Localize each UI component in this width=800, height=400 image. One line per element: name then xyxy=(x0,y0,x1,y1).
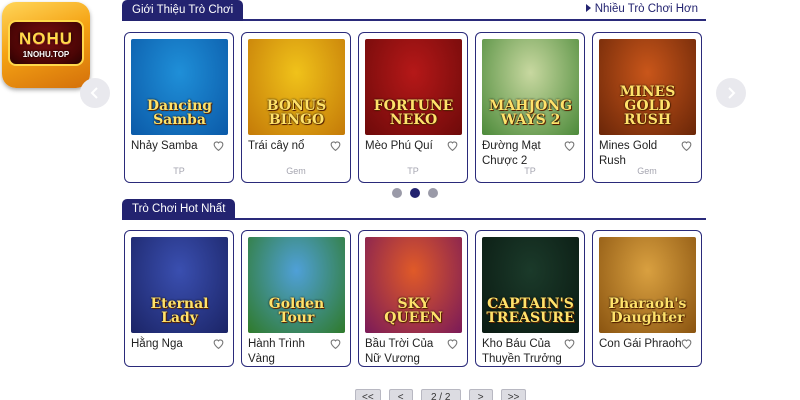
game-thumbnail[interactable]: CAPTAIN'S TREASURE xyxy=(482,237,579,333)
thumbnail-title: MAHJONG WAYS 2 xyxy=(488,98,573,128)
chevron-right-icon xyxy=(728,87,736,99)
game-provider: TP xyxy=(173,166,185,176)
thumbnail-title: Eternal Lady xyxy=(150,296,209,326)
thumbnail-title: FORTUNE NEKO xyxy=(373,98,454,128)
page-last-button[interactable]: >> xyxy=(500,389,527,400)
game-card[interactable]: MAHJONG WAYS 2 Đường Mạt Chược 2 TP xyxy=(475,32,585,183)
thumbnail-title: Dancing Samba xyxy=(146,98,213,128)
hot-games-row: Eternal Lady Hằng Nga Golden Tour Hành T… xyxy=(124,230,702,367)
game-name[interactable]: Mèo Phú Quí xyxy=(365,139,449,154)
thumbnail-title: MINES GOLD RUSH xyxy=(619,84,676,128)
game-thumbnail[interactable]: MAHJONG WAYS 2 xyxy=(482,39,579,135)
page-next-button[interactable]: > xyxy=(468,389,493,400)
heart-icon[interactable] xyxy=(680,139,693,152)
game-provider: TP xyxy=(524,166,536,176)
chevron-left-icon xyxy=(90,87,98,99)
carousel-dot[interactable] xyxy=(392,188,402,198)
heart-icon[interactable] xyxy=(329,337,342,350)
more-games-link[interactable]: Nhiều Trò Chơi Hơn xyxy=(585,3,698,15)
game-provider: Gem xyxy=(286,166,306,176)
game-card[interactable]: Golden Tour Hành Trình Vàng xyxy=(241,230,351,367)
game-card[interactable]: SKY QUEEN Bầu Trời Của Nữ Vương xyxy=(358,230,468,367)
game-thumbnail[interactable]: Eternal Lady xyxy=(131,237,228,333)
hot-section-tab[interactable]: Trò Chơi Hot Nhất xyxy=(122,199,236,220)
heart-icon[interactable] xyxy=(563,337,576,350)
game-name[interactable]: Đường Mạt Chược 2 xyxy=(482,139,566,169)
caret-right-icon xyxy=(585,4,591,12)
heart-icon[interactable] xyxy=(329,139,342,152)
game-card[interactable]: CAPTAIN'S TREASURE Kho Báu Của Thuyền Tr… xyxy=(475,230,585,367)
pagination: << < 2 / 2 > >> xyxy=(355,389,527,400)
game-card[interactable]: Dancing Samba Nhảy Samba TP xyxy=(124,32,234,183)
logo-title: NOHU xyxy=(18,29,74,48)
game-provider: TP xyxy=(407,166,419,176)
page-first-button[interactable]: << xyxy=(355,389,381,400)
carousel-dots xyxy=(392,188,438,198)
thumbnail-title: Golden Tour xyxy=(268,296,325,326)
thumbnail-title: CAPTAIN'S TREASURE xyxy=(486,296,575,326)
game-card[interactable]: BONUS BINGO Trái cây nổ Gem xyxy=(241,32,351,183)
logo-badge: NOHU 1NOHU.TOP xyxy=(8,20,84,66)
thumbnail-title: BONUS BINGO xyxy=(266,98,327,128)
game-thumbnail[interactable]: Dancing Samba xyxy=(131,39,228,135)
heart-icon[interactable] xyxy=(680,337,693,350)
heart-icon[interactable] xyxy=(446,337,459,350)
carousel-prev-button[interactable] xyxy=(80,78,110,108)
carousel-next-button[interactable] xyxy=(716,78,746,108)
carousel-dot[interactable] xyxy=(410,188,420,198)
game-thumbnail[interactable]: BONUS BINGO xyxy=(248,39,345,135)
game-card[interactable]: MINES GOLD RUSH Mines Gold Rush Gem xyxy=(592,32,702,183)
site-logo[interactable]: NOHU 1NOHU.TOP xyxy=(2,2,90,88)
game-card[interactable]: Pharaoh's Daughter Con Gái Phraoh xyxy=(592,230,702,367)
heart-icon[interactable] xyxy=(212,139,225,152)
thumbnail-title: Pharaoh's Daughter xyxy=(608,296,687,326)
game-name[interactable]: Hành Trình Vàng xyxy=(248,337,332,366)
game-name[interactable]: Bầu Trời Của Nữ Vương xyxy=(365,337,449,366)
game-provider: Gem xyxy=(637,166,657,176)
intro-section-tab[interactable]: Giới Thiệu Trò Chơi xyxy=(122,0,244,21)
game-name[interactable]: Con Gái Phraoh xyxy=(599,337,683,352)
game-name[interactable]: Mines Gold Rush xyxy=(599,139,683,169)
game-thumbnail[interactable]: MINES GOLD RUSH xyxy=(599,39,696,135)
game-name[interactable]: Hằng Nga xyxy=(131,337,215,352)
game-thumbnail[interactable]: SKY QUEEN xyxy=(365,237,462,333)
game-thumbnail[interactable]: Pharaoh's Daughter xyxy=(599,237,696,333)
heart-icon[interactable] xyxy=(563,139,576,152)
thumbnail-title: SKY QUEEN xyxy=(384,296,443,326)
page-prev-button[interactable]: < xyxy=(388,389,413,400)
game-name[interactable]: Trái cây nổ xyxy=(248,139,332,154)
carousel-dot[interactable] xyxy=(428,188,438,198)
hot-section-header: Trò Chơi Hot Nhất xyxy=(122,199,706,220)
game-card[interactable]: Eternal Lady Hằng Nga xyxy=(124,230,234,367)
game-thumbnail[interactable]: FORTUNE NEKO xyxy=(365,39,462,135)
intro-games-row: Dancing Samba Nhảy Samba TP BONUS BINGO … xyxy=(124,32,702,183)
game-thumbnail[interactable]: Golden Tour xyxy=(248,237,345,333)
page-indicator: 2 / 2 xyxy=(420,389,461,400)
heart-icon[interactable] xyxy=(446,139,459,152)
logo-subtitle: 1NOHU.TOP xyxy=(22,50,70,59)
game-name[interactable]: Kho Báu Của Thuyền Trưởng xyxy=(482,337,566,366)
game-name[interactable]: Nhảy Samba xyxy=(131,139,215,154)
more-games-label: Nhiều Trò Chơi Hơn xyxy=(594,3,698,15)
heart-icon[interactable] xyxy=(212,337,225,350)
intro-section-header: Giới Thiệu Trò Chơi Nhiều Trò Chơi Hơn xyxy=(122,0,706,21)
game-card[interactable]: FORTUNE NEKO Mèo Phú Quí TP xyxy=(358,32,468,183)
